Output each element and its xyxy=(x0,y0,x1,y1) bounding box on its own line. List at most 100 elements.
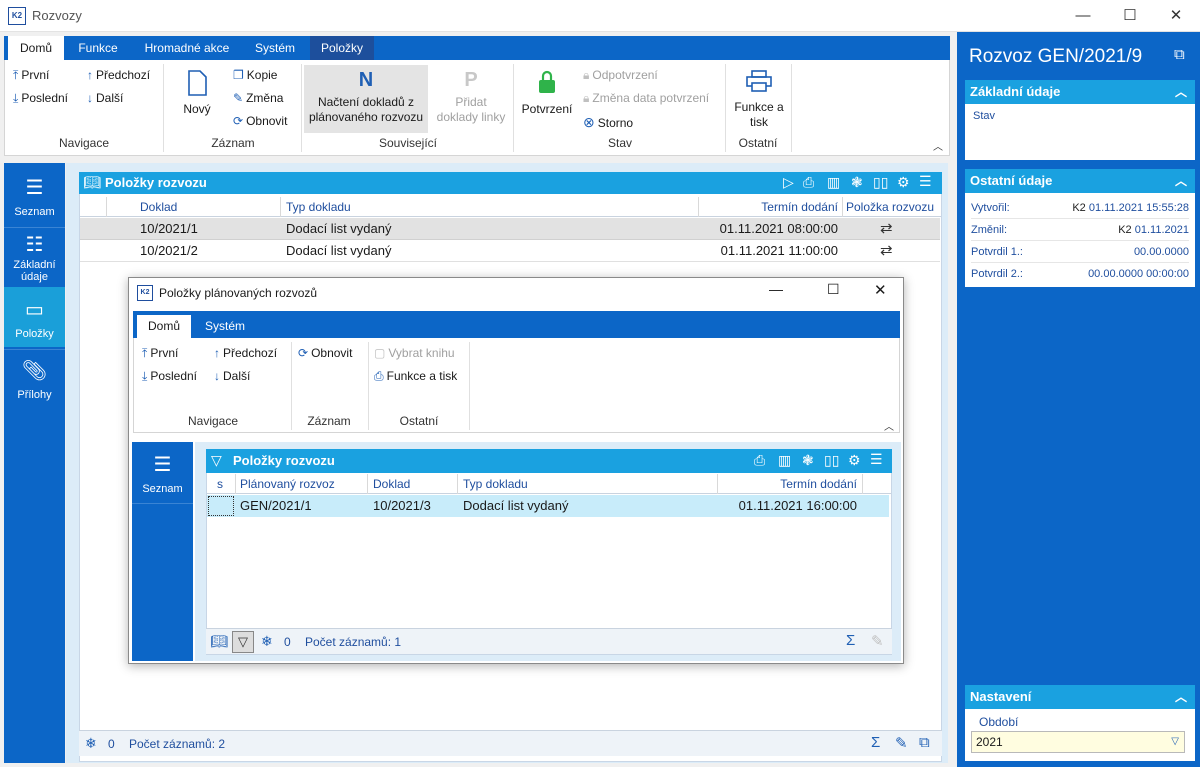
confirm-button[interactable]: Potvrzení xyxy=(518,70,576,116)
swap-icon[interactable]: ⇄ xyxy=(880,218,893,240)
basic-section-header[interactable]: Základní údaje ︿ xyxy=(965,80,1195,104)
dialog-next-button[interactable]: ↓ Další xyxy=(214,369,250,383)
gear-icon[interactable]: ⚙ xyxy=(897,174,910,191)
columns-icon[interactable]: ▯▯ xyxy=(824,452,839,469)
table-row[interactable]: 10/2021/1 Dodací list vydaný 01.11.2021 … xyxy=(80,218,940,240)
select-book-button[interactable]: ▢ Vybrat knihu xyxy=(374,346,455,360)
dialog-maximize-button[interactable]: ☐ xyxy=(827,281,840,298)
dialog-prev-button[interactable]: ↑ Předchozí xyxy=(214,346,277,360)
chart-icon[interactable]: ▥ xyxy=(827,174,840,191)
load-documents-button[interactable]: N Načtení dokladů z plánovaného rozvozu xyxy=(304,65,428,133)
filter-icon[interactable]: ▽ xyxy=(232,631,254,653)
book-icon[interactable]: 📖︎ xyxy=(83,174,101,191)
window-settings-icon[interactable]: ⧉ xyxy=(919,734,930,751)
maximize-button[interactable]: ☐ xyxy=(1107,0,1153,32)
nodes-icon[interactable]: ❃ xyxy=(802,452,814,469)
copy-button[interactable]: ❐ Kopie xyxy=(233,68,277,82)
menu-icon[interactable]: ☰ xyxy=(919,173,932,190)
dialog-minimize-button[interactable]: — xyxy=(769,281,783,297)
change-button[interactable]: ✎ Změna xyxy=(233,91,283,105)
column-header-doc[interactable]: Doklad xyxy=(140,197,177,217)
add-label-line1: Přidat xyxy=(455,95,487,109)
play-icon[interactable]: ▷ xyxy=(783,174,794,191)
swap-icon[interactable]: ⇄ xyxy=(880,240,893,262)
external-link-icon[interactable]: ⧉ xyxy=(1174,46,1185,63)
dialog-sidebar-item-list[interactable]: ☰ Seznam xyxy=(132,450,193,504)
last-label: Poslední xyxy=(21,91,69,105)
add-line-documents-button[interactable]: P Přidat doklady linky xyxy=(431,65,511,133)
table-row[interactable]: 10/2021/2 Dodací list vydaný 01.11.2021 … xyxy=(80,240,940,262)
column-divider xyxy=(698,197,699,217)
dialog-close-button[interactable]: ✕ xyxy=(874,281,887,299)
dialog-tab-system[interactable]: Systém xyxy=(195,315,255,338)
sidebar-item-list[interactable]: ☰ Seznam xyxy=(4,171,65,227)
sidebar-item-attachments[interactable]: 📎︎ Přílohy xyxy=(4,349,65,405)
dialog-refresh-button[interactable]: ⟳ Obnovit xyxy=(298,346,352,360)
first-button[interactable]: ⤒ První xyxy=(13,68,49,83)
dialog-last-button[interactable]: ⤓ Poslední xyxy=(142,369,197,384)
chevron-up-icon[interactable]: ︿ xyxy=(1175,685,1187,709)
copy-label: Kopie xyxy=(246,68,278,82)
column-header-date[interactable]: Termín dodání xyxy=(721,474,857,494)
edit-icon[interactable]: ✎ xyxy=(895,734,908,752)
tab-system[interactable]: Systém xyxy=(244,36,306,60)
chart-icon[interactable]: ▥ xyxy=(778,452,791,469)
dialog-tab-home[interactable]: Domů xyxy=(137,315,191,338)
collapse-ribbon-icon[interactable]: ︿ xyxy=(933,138,943,153)
column-header-s[interactable]: s xyxy=(217,474,223,494)
menu-icon[interactable]: ☰ xyxy=(870,451,883,468)
next-label: Další xyxy=(96,91,124,105)
close-button[interactable]: ✕ xyxy=(1153,0,1199,32)
unconfirm-button[interactable]: 🔒︎ Odpotvrzení xyxy=(583,68,658,83)
tab-home[interactable]: Domů xyxy=(8,36,64,60)
column-header-item[interactable]: Položka rozvozu xyxy=(846,197,934,217)
columns-icon[interactable]: ▯▯ xyxy=(873,174,888,191)
tab-items[interactable]: Položky xyxy=(310,36,374,60)
column-header-planned[interactable]: Plánovaný rozvoz xyxy=(240,474,335,494)
ribbon-tabs: Domů Funkce Hromadné akce Systém Položky xyxy=(4,36,950,60)
group-label-related: Související xyxy=(378,136,438,150)
other-section-header[interactable]: Ostatní údaje ︿ xyxy=(965,169,1195,193)
prev-button[interactable]: ↑ Předchozí xyxy=(87,68,150,82)
printer-icon[interactable]: ⎙ xyxy=(803,174,814,191)
new-button[interactable]: Nový xyxy=(177,70,217,116)
next-button[interactable]: ↓ Další xyxy=(87,91,123,105)
refresh-button[interactable]: ⟳ Obnovit xyxy=(233,114,287,128)
sum-icon[interactable]: Σ xyxy=(871,734,880,751)
book-icon[interactable]: 📖︎ xyxy=(210,633,228,650)
column-header-type[interactable]: Typ dokladu xyxy=(463,474,528,494)
tab-functions[interactable]: Funkce xyxy=(68,36,128,60)
printer-icon[interactable]: ⎙ xyxy=(754,452,765,469)
chevron-up-icon[interactable]: ︿ xyxy=(1175,80,1187,104)
column-header-date[interactable]: Termín dodání xyxy=(702,197,838,217)
change-confirm-date-button[interactable]: 🔒︎ Změna data potvrzení xyxy=(583,91,709,106)
nodes-icon[interactable]: ❃ xyxy=(851,174,863,191)
period-select[interactable]: 2021 ▽ xyxy=(971,731,1185,753)
sidebar-item-items[interactable]: ▭ Položky xyxy=(4,287,65,347)
minimize-button[interactable]: — xyxy=(1060,0,1106,32)
gear-icon[interactable]: ⚙ xyxy=(848,452,861,469)
cancel-button[interactable]: ⊗ Storno xyxy=(583,114,633,131)
settings-section-header[interactable]: Nastavení ︿ xyxy=(965,685,1195,709)
dialog-sidebar: ☰ Seznam xyxy=(132,442,193,661)
dialog-functions-print-button[interactable]: ⎙ Funkce a tisk xyxy=(374,369,457,384)
dialog-table-row[interactable]: GEN/2021/1 10/2021/3 Dodací list vydaný … xyxy=(207,495,889,517)
dialog-status-bar: 📖︎ ▽ ❄ 0 Počet záznamů: 1 Σ ✎ xyxy=(206,628,892,654)
collapse-ribbon-icon[interactable]: ︿ xyxy=(884,418,894,433)
dialog-first-button[interactable]: ⤒ První xyxy=(142,346,178,361)
sum-icon[interactable]: Σ xyxy=(846,632,855,649)
filter-icon[interactable]: ▽ xyxy=(211,452,222,469)
tab-bulk-actions[interactable]: Hromadné akce xyxy=(132,36,242,60)
functions-print-button[interactable]: Funkce a tisk xyxy=(729,70,789,130)
snowflake-icon[interactable]: ❄ xyxy=(261,633,273,650)
sidebar-item-details[interactable]: ☷ Základní údaje xyxy=(4,227,65,287)
chevron-up-icon[interactable]: ︿ xyxy=(1175,169,1187,193)
column-header-type[interactable]: Typ dokladu xyxy=(286,197,351,217)
column-header-doc[interactable]: Doklad xyxy=(373,474,410,494)
snowflake-icon[interactable]: ❄ xyxy=(85,735,97,752)
edit-icon[interactable]: ✎ xyxy=(871,632,884,650)
chevron-down-icon[interactable]: ▽ xyxy=(1171,732,1179,752)
sidebar-item-label: Položky xyxy=(15,328,54,340)
row-selector[interactable] xyxy=(208,496,234,516)
last-button[interactable]: ⤓ Poslední xyxy=(13,91,68,106)
